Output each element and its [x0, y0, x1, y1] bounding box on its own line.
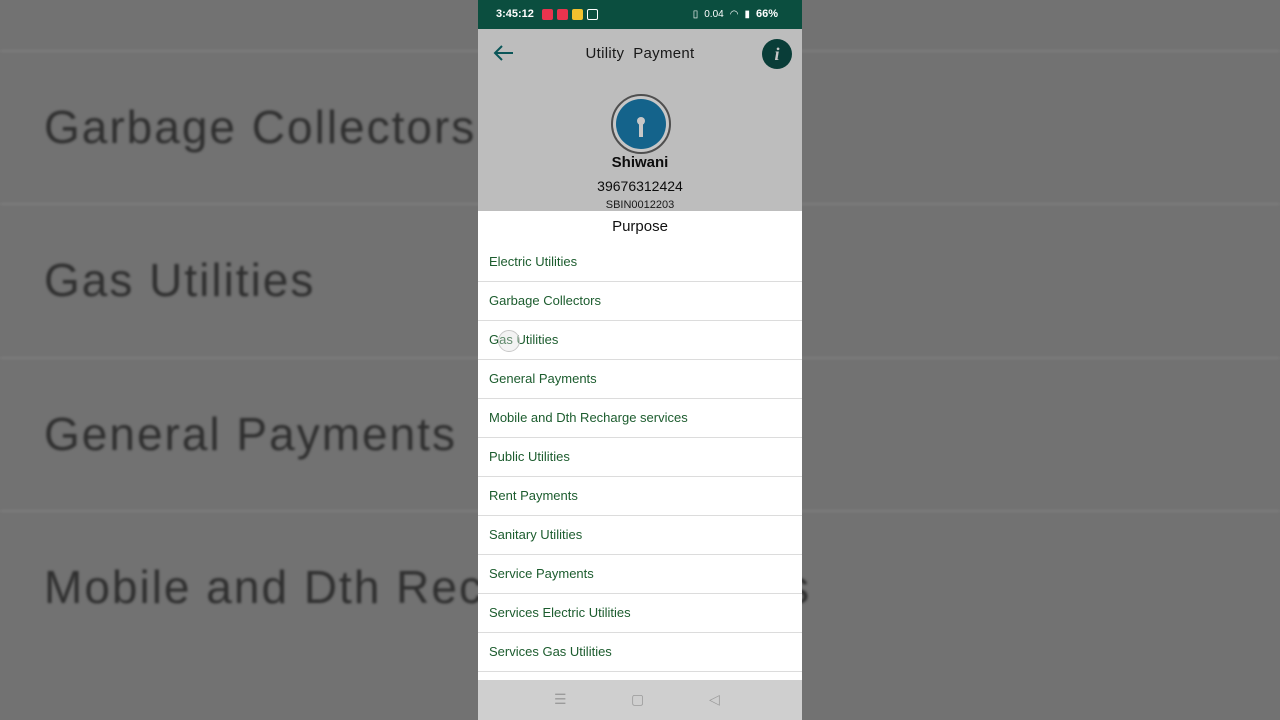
sheet-title: Purpose	[612, 218, 668, 235]
purpose-option[interactable]: General Payments	[478, 360, 802, 399]
status-time: 3:45:12	[496, 8, 534, 20]
wifi-icon: ◠	[729, 8, 739, 20]
bg-row-text: Gas Utilities	[44, 254, 316, 306]
touch-ripple	[498, 330, 520, 352]
bg-row-text: Garbage Collectors	[44, 101, 477, 153]
purpose-option[interactable]: Service Payments	[478, 555, 802, 594]
network-speed: 0.04	[704, 8, 724, 20]
purpose-option[interactable]: Services Electric Utilities	[478, 594, 802, 633]
purpose-bottom-sheet: Purpose Electric Utilities Garbage Colle…	[478, 211, 802, 680]
phone-screen: 3:45:12 ▯ 0.04 ◠ ▮ 66% Utility Payment i…	[478, 0, 802, 720]
battery-level: 66%	[755, 8, 778, 20]
purpose-option[interactable]: Public Utilities	[478, 438, 802, 477]
notification-icon	[587, 9, 598, 20]
notification-icons	[542, 9, 598, 20]
notification-icon	[572, 9, 583, 20]
bg-row-text: General Payments	[44, 408, 457, 460]
system-icons: ▯ 0.04 ◠ ▮ 66%	[693, 8, 778, 20]
system-nav-bar: ☰ ▢ ◁	[478, 680, 802, 720]
purpose-option[interactable]: Electric Utilities	[478, 243, 802, 282]
modal-scrim[interactable]	[478, 29, 802, 211]
notification-icon	[557, 9, 568, 20]
notification-icon	[542, 9, 553, 20]
purpose-option[interactable]: Sanitary Utilities	[478, 516, 802, 555]
purpose-option[interactable]: Mobile and Dth Recharge services	[478, 399, 802, 438]
purpose-option[interactable]: Garbage Collectors	[478, 282, 802, 321]
purpose-option[interactable]: Rent Payments	[478, 477, 802, 516]
status-bar: 3:45:12 ▯ 0.04 ◠ ▮ 66%	[478, 0, 802, 29]
menu-icon[interactable]: ☰	[554, 691, 567, 708]
purpose-option[interactable]: Services Gas Utilities	[478, 633, 802, 672]
purpose-option[interactable]	[478, 672, 802, 680]
triangle-back-icon[interactable]: ◁	[709, 691, 720, 708]
purpose-option[interactable]: Gas Utilities	[478, 321, 802, 360]
signal-icon: ▮	[744, 8, 750, 20]
vibrate-icon: ▯	[692, 8, 699, 20]
square-icon[interactable]: ▢	[631, 691, 644, 708]
